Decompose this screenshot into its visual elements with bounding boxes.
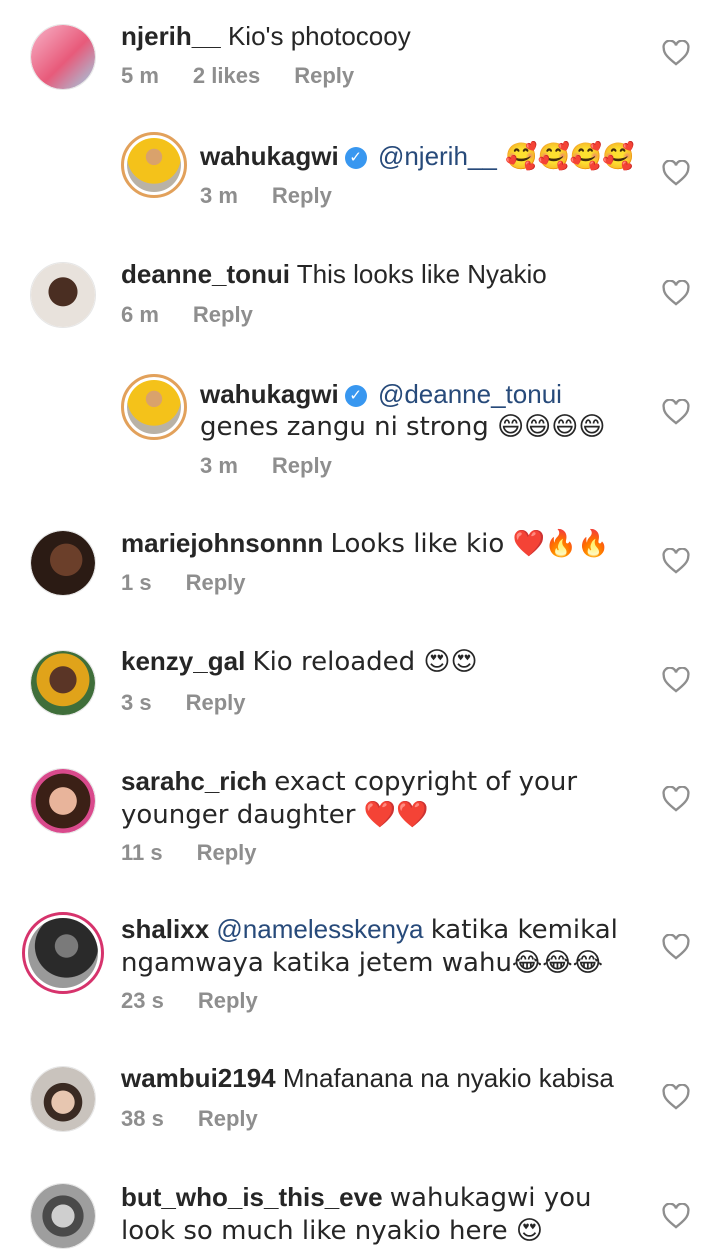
reply-button[interactable]: Reply [186, 570, 246, 595]
verified-badge-icon: ✓ [344, 147, 367, 170]
comment-body: njerih__ Kio's photocooy [121, 20, 641, 52]
avatar-photo-icon [31, 1184, 95, 1248]
comment-username[interactable]: wambui2194 [121, 1063, 276, 1093]
comment-body: sarahc_rich exact copyright of your youn… [121, 765, 651, 831]
comment-meta: 3 m Reply [200, 183, 366, 209]
comment-meta: 5 m 2 likes Reply [121, 63, 388, 89]
comment-username[interactable]: deanne_tonui [121, 259, 290, 289]
avatar[interactable] [30, 530, 96, 596]
comment-username[interactable]: sarahc_rich [121, 766, 267, 796]
heart-outline-icon[interactable] [662, 40, 690, 66]
avatar-photo-icon [28, 918, 98, 988]
heart-outline-icon[interactable] [662, 786, 690, 812]
avatar[interactable] [30, 768, 96, 834]
reply-button[interactable]: Reply [272, 453, 332, 478]
avatar[interactable] [121, 132, 187, 198]
comment-text: Kio reloaded 😍😍 [252, 647, 478, 677]
heart-outline-icon[interactable] [662, 1203, 690, 1229]
comment-mention[interactable]: @njerih__ [378, 141, 497, 171]
comment-body: kenzy_gal Kio reloaded 😍😍 [121, 645, 641, 678]
heart-outline-icon[interactable] [662, 160, 690, 186]
reply-button[interactable]: Reply [198, 988, 258, 1013]
heart-outline-icon[interactable] [662, 280, 690, 306]
avatar-photo-icon [31, 1067, 95, 1131]
heart-outline-icon[interactable] [662, 1084, 690, 1110]
reply-button[interactable]: Reply [272, 183, 332, 208]
avatar[interactable] [22, 912, 104, 994]
comment-body: mariejohnsonnn Looks like kio ❤️🔥🔥 [121, 527, 641, 560]
comment-time: 3 m [200, 183, 238, 208]
comment-body: but_who_is_this_eve wahukagwi you look s… [121, 1181, 651, 1247]
avatar[interactable] [30, 1066, 96, 1132]
comment-text: genes zangu ni strong 😄😄😄😄 [200, 412, 606, 442]
comment-meta: 3 m Reply [200, 453, 366, 479]
comment-time: 23 s [121, 988, 164, 1013]
reply-button[interactable]: Reply [186, 690, 246, 715]
comment-username[interactable]: njerih__ [121, 21, 221, 51]
comment-text: Mnafanana na nyakio kabisa [282, 1063, 614, 1093]
avatar[interactable] [30, 1183, 96, 1249]
comment-body: shalixx @namelesskenya katika kemikal ng… [121, 913, 651, 979]
comment-username[interactable]: shalixx [121, 914, 209, 944]
heart-outline-icon[interactable] [662, 934, 690, 960]
comment-text: This looks like Nyakio [296, 259, 547, 289]
avatar-photo-icon [31, 25, 95, 89]
comment-time: 11 s [121, 840, 163, 865]
comment-meta: 11 s Reply [121, 840, 291, 866]
comment-meta: 1 s Reply [121, 570, 280, 596]
comment-text: Kio's photocooy [227, 21, 411, 51]
comment-username[interactable]: wahukagwi [200, 379, 339, 409]
comment-meta: 38 s Reply [121, 1106, 292, 1132]
comment-time: 5 m [121, 63, 159, 88]
comment-text: 🥰🥰🥰🥰 [496, 142, 635, 172]
avatar-photo-icon [127, 138, 181, 192]
heart-outline-icon[interactable] [662, 399, 690, 425]
comment-body: deanne_tonui This looks like Nyakio [121, 258, 641, 290]
avatar[interactable] [30, 24, 96, 90]
comment-body: wahukagwi ✓ @deanne_tonui genes zangu ni … [200, 378, 660, 443]
avatar-photo-icon [31, 651, 95, 715]
avatar[interactable] [121, 374, 187, 440]
avatar-photo-icon [31, 531, 95, 595]
avatar[interactable] [30, 262, 96, 328]
comment-mention[interactable]: @deanne_tonui [378, 379, 562, 409]
comment-time: 1 s [121, 570, 152, 595]
comment-body: wahukagwi ✓ @njerih__ 🥰🥰🥰🥰 [200, 140, 660, 173]
comment-time: 38 s [121, 1106, 164, 1131]
comment-username[interactable]: but_who_is_this_eve [121, 1182, 383, 1212]
heart-outline-icon[interactable] [662, 667, 690, 693]
comment-meta: 3 s Reply [121, 690, 280, 716]
comment-mention[interactable]: @namelesskenya [216, 914, 423, 944]
avatar-photo-icon [127, 380, 181, 434]
comment-likes[interactable]: 2 likes [193, 63, 260, 88]
reply-button[interactable]: Reply [198, 1106, 258, 1131]
avatar[interactable] [30, 650, 96, 716]
comment-meta: 23 s Reply [121, 988, 292, 1014]
comment-username[interactable]: kenzy_gal [121, 646, 245, 676]
comment-username[interactable]: wahukagwi [200, 141, 339, 171]
verified-badge-icon: ✓ [344, 385, 367, 408]
avatar-photo-icon [31, 263, 95, 327]
reply-button[interactable]: Reply [193, 302, 253, 327]
comment-meta: 6 m Reply [121, 302, 287, 328]
avatar-photo-icon [31, 769, 95, 833]
reply-button[interactable]: Reply [294, 63, 354, 88]
comment-text: Looks like kio ❤️🔥🔥 [330, 529, 610, 559]
comment-time: 6 m [121, 302, 159, 327]
comment-time: 3 m [200, 453, 238, 478]
comment-username[interactable]: mariejohnsonnn [121, 528, 323, 558]
comment-time: 3 s [121, 690, 152, 715]
reply-button[interactable]: Reply [197, 840, 257, 865]
heart-outline-icon[interactable] [662, 548, 690, 574]
comment-body: wambui2194 Mnafanana na nyakio kabisa [121, 1062, 641, 1094]
